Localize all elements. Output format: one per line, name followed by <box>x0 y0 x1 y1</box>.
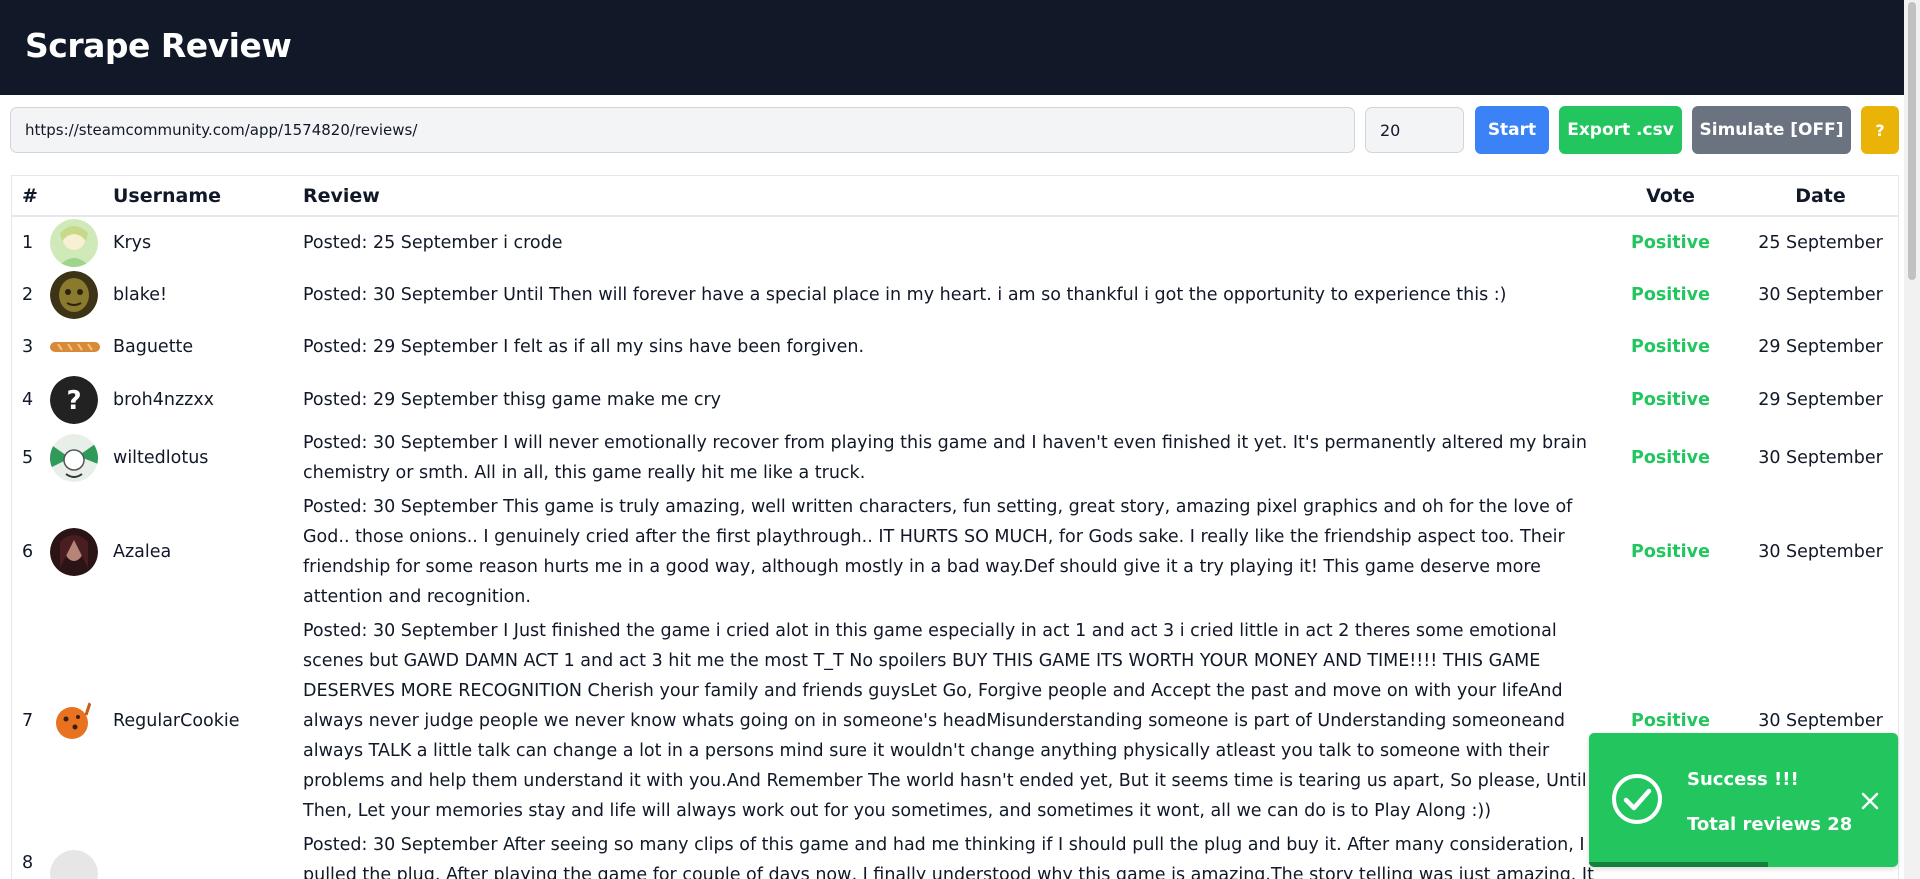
avatar <box>50 218 98 267</box>
review-date: 29 September <box>1758 389 1883 410</box>
username: RegularCookie <box>113 711 240 731</box>
toast-message: Total reviews 28 <box>1687 814 1853 835</box>
row-num: 2 <box>22 284 34 305</box>
scrollbar-thumb[interactable] <box>1908 2 1916 280</box>
avatar <box>50 528 98 576</box>
start-button[interactable]: Start <box>1475 106 1549 154</box>
row-num: 1 <box>22 232 34 253</box>
table-row: 2 blake! Posted: 30 September Until Then… <box>12 268 1898 321</box>
check-circle-icon <box>1612 774 1662 824</box>
username: blake! <box>113 284 167 305</box>
review-date: 30 September <box>1758 284 1883 305</box>
username <box>113 828 303 879</box>
review-date: 30 September <box>1758 448 1883 468</box>
vote-badge: Positive <box>1631 448 1710 468</box>
username: broh4nzzxx <box>113 389 215 410</box>
review-text: Posted: 29 September thisg game make me … <box>303 389 722 410</box>
vote-badge: Positive <box>1631 389 1710 410</box>
avatar <box>50 697 98 745</box>
review-text: Posted: 30 September After seeing so man… <box>303 835 1594 879</box>
avatar-cell <box>50 321 113 373</box>
app-header: Scrape Review <box>0 0 1920 95</box>
vote-badge: Positive <box>1631 284 1710 305</box>
review-text: Posted: 25 September i crode <box>303 232 563 253</box>
avatar-cell <box>50 614 113 828</box>
avatar-cell <box>50 216 113 268</box>
header-num: # <box>12 176 50 217</box>
review-text: Posted: 30 September I Just finished the… <box>303 621 1587 821</box>
app-title: Scrape Review <box>25 26 292 65</box>
table-header-row: # Username Review Vote Date <box>12 176 1898 217</box>
row-num: 8 <box>22 853 34 873</box>
review-text: Posted: 30 September This game is truly … <box>303 497 1573 607</box>
avatar-cell: ? <box>50 373 113 426</box>
toolbar: Start Export .csv Simulate [OFF] ? <box>0 95 1920 175</box>
avatar-cell <box>50 268 113 321</box>
row-num: 6 <box>22 542 34 562</box>
avatar-cell <box>50 490 113 614</box>
table-row: 4 ? broh4nzzxx Posted: 29 September this… <box>12 373 1898 426</box>
username: Baguette <box>113 337 194 357</box>
row-num: 7 <box>22 711 34 731</box>
username: Krys <box>113 232 152 253</box>
row-num: 4 <box>22 389 34 410</box>
avatar <box>50 270 98 319</box>
avatar <box>50 342 100 352</box>
export-csv-button[interactable]: Export .csv <box>1559 106 1682 154</box>
review-text: Posted: 30 September I will never emotio… <box>303 433 1587 483</box>
toast-title: Success !!! <box>1687 769 1799 790</box>
username: wiltedlotus <box>113 448 209 468</box>
page-scrollbar[interactable] <box>1904 0 1920 879</box>
username: Azalea <box>113 542 172 562</box>
avatar-cell <box>50 426 113 490</box>
toast-progress-bar <box>1589 862 1769 867</box>
header-review: Review <box>303 176 1598 217</box>
svg-text:?: ? <box>66 386 81 416</box>
avatar: ? <box>50 375 98 424</box>
avatar <box>50 434 98 482</box>
header-username: Username <box>113 176 303 217</box>
header-vote: Vote <box>1598 176 1743 217</box>
header-date: Date <box>1743 176 1898 217</box>
header-avatar <box>50 176 113 217</box>
review-text: Posted: 30 September Until Then will for… <box>303 284 1507 305</box>
close-icon[interactable] <box>1858 789 1882 813</box>
vote-badge: Positive <box>1631 337 1710 357</box>
review-date: 30 September <box>1758 542 1883 562</box>
review-date: 29 September <box>1758 337 1883 357</box>
vote-badge: Positive <box>1631 232 1710 253</box>
help-button[interactable]: ? <box>1861 106 1899 154</box>
table-row: 6 Azalea Posted: 30 September This game … <box>12 490 1898 614</box>
review-count-input[interactable] <box>1365 107 1464 153</box>
simulate-toggle-button[interactable]: Simulate [OFF] <box>1692 106 1851 154</box>
row-num: 3 <box>22 337 34 357</box>
table-row: 5 wiltedlotus Posted: 30 September I wil… <box>12 426 1898 490</box>
avatar-cell <box>50 828 113 879</box>
table-row: 1 Krys Posted: 25 September i crode Posi… <box>12 216 1898 268</box>
success-toast: Success !!! Total reviews 28 <box>1589 733 1898 867</box>
review-text: Posted: 29 September I felt as if all my… <box>303 337 865 357</box>
row-num: 5 <box>22 448 34 468</box>
avatar <box>50 850 98 879</box>
url-input[interactable] <box>10 107 1355 153</box>
table-row: 3 Baguette Posted: 29 September I felt a… <box>12 321 1898 373</box>
review-date: 25 September <box>1758 232 1883 253</box>
vote-badge: Positive <box>1631 542 1710 562</box>
